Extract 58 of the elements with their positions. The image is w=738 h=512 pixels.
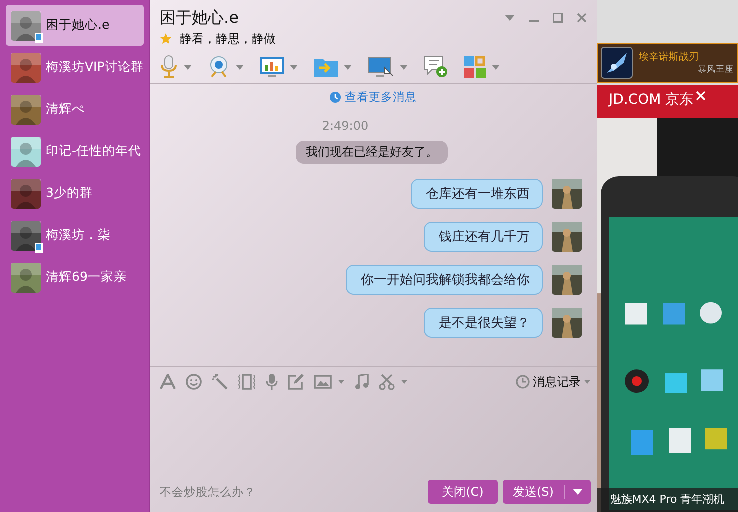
font-icon[interactable]: [160, 374, 176, 390]
music-note-icon[interactable]: [355, 374, 369, 390]
contact-item[interactable]: 清辉ぺ: [6, 89, 144, 130]
dropdown-icon[interactable]: [505, 15, 515, 21]
ad-link[interactable]: 不会炒股怎么办？: [160, 484, 256, 500]
contact-item[interactable]: 印记-任性的年代: [6, 131, 144, 172]
game-ad[interactable]: 埃辛诺斯战刃 暴风王座: [597, 43, 738, 83]
webcam-icon[interactable]: [208, 56, 230, 78]
microphone-icon[interactable]: [160, 55, 178, 79]
sword-icon: [601, 47, 633, 79]
caret-icon[interactable]: [184, 64, 192, 70]
edit-icon[interactable]: [288, 374, 304, 390]
banner-logo: JD.COM 京东: [609, 91, 694, 109]
caret-icon[interactable]: [401, 380, 408, 384]
chart-monitor-icon[interactable]: [260, 56, 284, 78]
game-title: 埃辛诺斯战刃: [639, 50, 700, 64]
dropdown-icon[interactable]: [573, 489, 583, 495]
caret-icon[interactable]: [400, 64, 408, 70]
game-subtitle: 暴风王座: [697, 64, 734, 76]
contact-item[interactable]: 困于她心.e: [6, 5, 144, 46]
signature-text: 静看，静思，静做: [180, 30, 276, 48]
caret-icon[interactable]: [344, 64, 352, 70]
ad-banner[interactable]: JD.COM 京东: [597, 85, 738, 118]
message-bubble: 你一开始问我解锁我都会给你: [346, 265, 543, 295]
smiley-icon[interactable]: [186, 374, 202, 390]
caret-icon: [584, 380, 591, 384]
contact-item[interactable]: 3少的群: [6, 173, 144, 214]
contact-item[interactable]: 梅溪坊．柒: [6, 215, 144, 256]
clock-icon: [516, 375, 530, 389]
star-icon: [160, 33, 172, 45]
contact-item[interactable]: 清辉69一家亲: [6, 257, 144, 298]
history-button[interactable]: 消息记录: [516, 374, 591, 390]
folder-arrow-icon[interactable]: [314, 57, 338, 77]
message-bubble: 是不是很失望？: [424, 308, 543, 338]
close-button[interactable]: 关闭(C): [428, 480, 498, 504]
add-chat-icon[interactable]: [424, 56, 448, 78]
clock-icon: [330, 92, 341, 103]
microphone-icon[interactable]: [266, 374, 278, 390]
caret-icon[interactable]: [492, 64, 500, 70]
caret-icon[interactable]: [290, 64, 298, 70]
chat-title: 困于她心.e: [160, 8, 240, 28]
screen-share-icon[interactable]: [368, 56, 394, 78]
apps-icon[interactable]: [464, 56, 486, 78]
system-message: 我们现在已经是好友了。: [296, 141, 448, 164]
caret-icon[interactable]: [338, 380, 345, 384]
image-icon[interactable]: [314, 375, 332, 389]
magic-wand-icon[interactable]: [212, 374, 228, 390]
message-time: 2:49:00: [321, 119, 370, 133]
message-bubble: 钱庄还有几千万: [424, 222, 543, 252]
vibrate-icon[interactable]: [238, 374, 256, 390]
scissors-icon[interactable]: [379, 374, 395, 390]
maximize-icon[interactable]: [553, 13, 563, 23]
message-bubble: 仓库还有一堆东西: [411, 179, 543, 209]
contact-item[interactable]: 梅溪坊VIP讨论群: [6, 47, 144, 88]
close-icon[interactable]: [577, 13, 587, 23]
caret-icon[interactable]: [236, 64, 244, 70]
more-messages-link[interactable]: 查看更多消息: [345, 90, 417, 105]
ad-caption[interactable]: 魅族MX4 Pro 青年潮机: [597, 488, 738, 512]
